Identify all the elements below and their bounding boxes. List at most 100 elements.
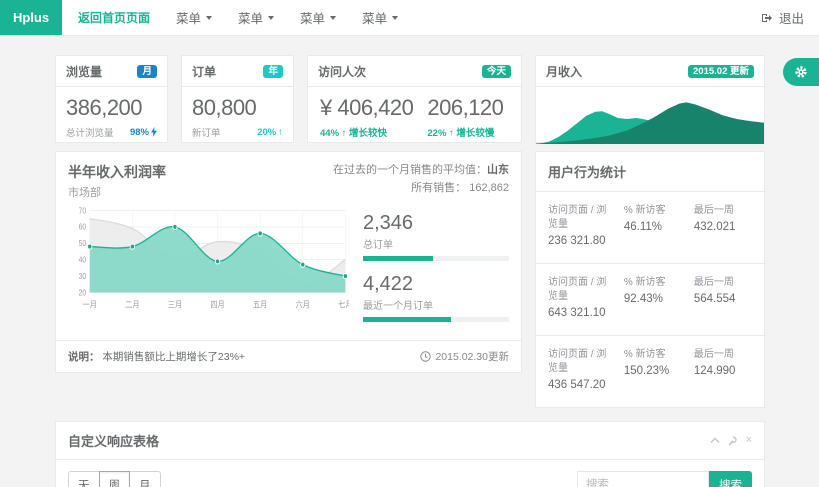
tab-day[interactable]: 天 bbox=[68, 471, 100, 487]
nav-menu-4-label: 菜单 bbox=[362, 8, 387, 27]
tab-week[interactable]: 周 bbox=[99, 471, 131, 487]
row-c2-value: 150.23% bbox=[624, 365, 686, 377]
nav-menu-3-label: 菜单 bbox=[300, 8, 325, 27]
profit-chart-subtitle: 市场部 bbox=[68, 184, 166, 200]
close-icon[interactable]: × bbox=[746, 435, 752, 446]
visits-right-stat: 22% bbox=[427, 128, 446, 139]
row-c2-label: % 新访客 bbox=[624, 204, 686, 218]
nav-menu-1-label: 菜单 bbox=[176, 8, 201, 27]
table-search: 搜索 bbox=[577, 471, 752, 487]
profit-chart-title: 半年收入利润率 bbox=[68, 162, 166, 182]
note-label: 说明： bbox=[68, 351, 100, 363]
row-c1-value: 436 547.20 bbox=[548, 379, 616, 391]
views-value: 386,200 bbox=[66, 95, 157, 121]
views-sub-label: 总计浏览量 bbox=[66, 125, 114, 139]
wrench-icon[interactable] bbox=[728, 436, 738, 446]
svg-text:三月: 三月 bbox=[168, 300, 182, 310]
monthly-income-sparkline-chart bbox=[536, 92, 764, 144]
responsive-table-card: 自定义响应表格 × 天 周 月 bbox=[55, 421, 765, 487]
visits-left-value: ¥ 406,420 bbox=[320, 95, 413, 121]
nav-menu-3[interactable]: 菜单 bbox=[300, 8, 336, 27]
orders-stat: 20% bbox=[257, 127, 276, 138]
row-c1-value: 236 321.80 bbox=[548, 235, 616, 247]
sales-avg-region: 山东 bbox=[487, 164, 509, 176]
orders-monthly-label: 最近一个月订单 bbox=[363, 297, 509, 312]
row-c1-label: 访问页面 / 浏览量 bbox=[548, 276, 616, 304]
nav-menu-2-label: 菜单 bbox=[238, 8, 263, 27]
sign-out-icon bbox=[761, 12, 773, 24]
collapse-chevron-up-icon[interactable] bbox=[710, 437, 720, 444]
row-c2-label: % 新访客 bbox=[624, 276, 686, 290]
profit-chart-card: 半年收入利润率 市场部 在过去的一个月销售的平均值：山东 所有销售： 162,8… bbox=[55, 151, 522, 373]
row-c2-value: 46.11% bbox=[624, 221, 686, 233]
user-behavior-card: 用户行为统计 访问页面 / 浏览量 236 321.80 % 新访客 46.11… bbox=[535, 151, 765, 408]
orders-monthly-value: 4,422 bbox=[363, 273, 509, 296]
brand-logo[interactable]: Hplus bbox=[0, 0, 62, 35]
profit-area-chart: 203040506070一月二月三月四月五月六月七月 bbox=[68, 204, 349, 312]
sales-total-label: 所有销售： bbox=[411, 182, 466, 194]
user-behavior-row: 访问页面 / 浏览量 436 547.20 % 新访客 150.23% 最后一周… bbox=[536, 336, 764, 407]
dashboard-screen: Hplus 返回首页页面 菜单 菜单 菜单 菜单 退出 bbox=[0, 0, 819, 487]
bottom-row: 自定义响应表格 × 天 周 月 bbox=[55, 421, 765, 487]
card-orders: 订单 年 80,800 新订单 20%↑ bbox=[181, 55, 294, 143]
main-content: 浏览量 月 386,200 总计浏览量 98% 订单 年 bbox=[0, 36, 819, 487]
chevron-down-icon bbox=[392, 16, 398, 20]
bolt-icon bbox=[151, 127, 157, 137]
logout-button[interactable]: 退出 bbox=[761, 8, 804, 27]
sales-avg-prefix: 在过去的一个月销售的平均值： bbox=[333, 164, 487, 176]
visits-right-col: 206,120 22% ↑ 增长较慢 bbox=[427, 95, 503, 139]
visits-right-note: 增长较慢 bbox=[456, 128, 494, 139]
svg-text:40: 40 bbox=[79, 255, 87, 265]
views-badge: 月 bbox=[137, 65, 157, 79]
income-badge: 2015.02 更新 bbox=[688, 65, 754, 79]
svg-text:一月: 一月 bbox=[83, 300, 97, 310]
tab-month[interactable]: 月 bbox=[129, 471, 161, 487]
clock-icon bbox=[420, 351, 431, 362]
svg-text:60: 60 bbox=[79, 222, 87, 232]
order-stats-panel: 2,346 总订单 4,422 最近一个月订单 bbox=[363, 204, 509, 334]
row-c3-value: 564.554 bbox=[694, 293, 752, 305]
card-views: 浏览量 月 386,200 总计浏览量 98% bbox=[55, 55, 168, 143]
logout-label: 退出 bbox=[779, 8, 804, 27]
search-input[interactable] bbox=[577, 471, 709, 487]
svg-text:二月: 二月 bbox=[125, 300, 139, 310]
visits-title: 访问人次 bbox=[318, 63, 366, 80]
user-behavior-row: 访问页面 / 浏览量 643 321.10 % 新访客 92.43% 最后一周 … bbox=[536, 264, 764, 336]
sales-summary: 在过去的一个月销售的平均值：山东 所有销售： 162,862 bbox=[333, 162, 509, 200]
visits-left-col: ¥ 406,420 44% ↑ 增长较快 bbox=[320, 95, 413, 139]
level-up-icon: ↑ bbox=[342, 128, 347, 139]
sales-total-value: 162,862 bbox=[469, 182, 509, 194]
chevron-down-icon bbox=[268, 16, 274, 20]
svg-text:70: 70 bbox=[79, 206, 87, 216]
nav-menu-2[interactable]: 菜单 bbox=[238, 8, 274, 27]
orders-sub-label: 新订单 bbox=[192, 125, 221, 139]
visits-right-value: 206,120 bbox=[427, 95, 503, 121]
level-up-icon: ↑ bbox=[278, 127, 283, 138]
row-c3-value: 432.021 bbox=[694, 221, 752, 233]
views-stat: 98% bbox=[130, 127, 149, 138]
stat-cards-row: 浏览量 月 386,200 总计浏览量 98% 订单 年 bbox=[55, 55, 765, 143]
visits-left-note: 增长较快 bbox=[349, 128, 387, 139]
search-button[interactable]: 搜索 bbox=[709, 471, 752, 487]
row-c2-label: % 新访客 bbox=[624, 348, 686, 362]
orders-total-label: 总订单 bbox=[363, 236, 509, 251]
settings-gear-button[interactable] bbox=[783, 58, 819, 86]
row-c3-label: 最后一周 bbox=[694, 276, 752, 290]
row-c3-label: 最后一周 bbox=[694, 348, 752, 362]
period-tab-group: 天 周 月 bbox=[68, 471, 161, 487]
svg-text:五月: 五月 bbox=[253, 300, 267, 310]
row-c2-value: 92.43% bbox=[624, 293, 686, 305]
orders-title: 订单 bbox=[192, 63, 216, 80]
nav-home-link[interactable]: 返回首页页面 bbox=[78, 9, 150, 26]
orders-value: 80,800 bbox=[192, 95, 283, 121]
row-c3-label: 最后一周 bbox=[694, 204, 752, 218]
chart-updated-text: 2015.02.30更新 bbox=[435, 349, 509, 364]
svg-text:六月: 六月 bbox=[296, 299, 310, 310]
row-c1-label: 访问页面 / 浏览量 bbox=[548, 348, 616, 376]
visits-badge: 今天 bbox=[482, 65, 511, 79]
card-monthly-income: 月收入 2015.02 更新 bbox=[535, 55, 765, 143]
nav-menu-1[interactable]: 菜单 bbox=[176, 8, 212, 27]
row-c3-value: 124.990 bbox=[694, 365, 752, 377]
nav-menu-4[interactable]: 菜单 bbox=[362, 8, 398, 27]
user-behavior-row: 访问页面 / 浏览量 236 321.80 % 新访客 46.11% 最后一周 … bbox=[536, 192, 764, 264]
